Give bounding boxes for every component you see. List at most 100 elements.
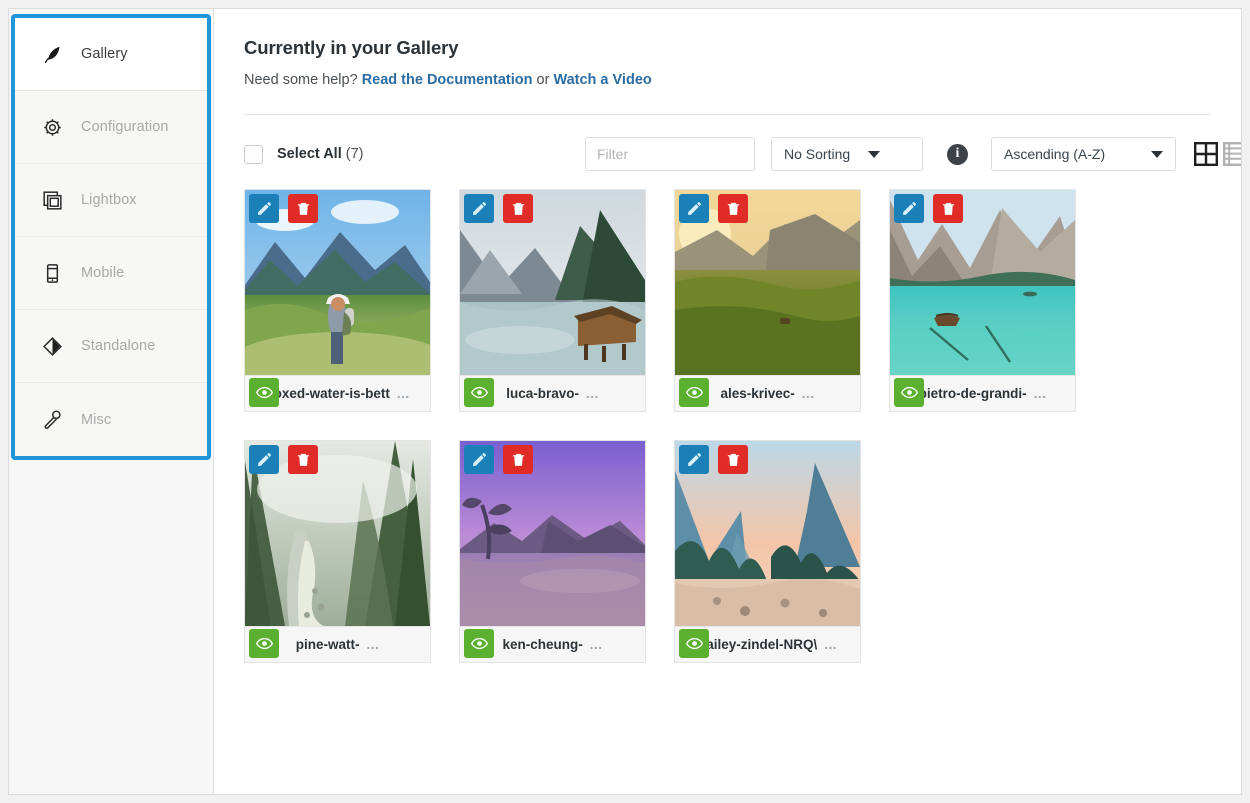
card-ellipsis[interactable]: ... xyxy=(586,386,599,401)
sidebar-item-gallery[interactable]: Gallery xyxy=(15,18,207,91)
wrench-icon xyxy=(41,409,63,431)
pencil-icon xyxy=(257,452,271,466)
eye-icon xyxy=(470,637,488,650)
delete-button[interactable] xyxy=(288,445,318,474)
trash-icon xyxy=(297,202,309,215)
sidebar-item-label: Misc xyxy=(81,411,112,428)
pencil-icon xyxy=(687,452,701,466)
help-prefix: Need some help? xyxy=(244,72,362,88)
chevron-down-icon xyxy=(868,150,881,158)
sidebar-item-mobile[interactable]: Mobile xyxy=(15,237,207,310)
edit-button[interactable] xyxy=(679,445,709,474)
preview-button[interactable] xyxy=(249,629,279,658)
trash-icon xyxy=(942,202,954,215)
page-title: Currently in your Gallery xyxy=(244,37,459,58)
sidebar-item-misc[interactable]: Misc xyxy=(15,383,207,456)
trash-icon xyxy=(512,453,524,466)
leaf-icon xyxy=(41,43,63,65)
sort-select-value: No Sorting xyxy=(784,146,851,162)
delete-button[interactable] xyxy=(288,194,318,223)
plugin-admin-window: Gallery Configuration Lightbox Mobile St… xyxy=(8,8,1242,795)
sidebar-item-label: Gallery xyxy=(81,46,128,62)
card-ellipsis[interactable]: ... xyxy=(397,386,410,401)
card-ellipsis[interactable]: ... xyxy=(1034,386,1047,401)
chevron-down-icon xyxy=(1151,150,1163,158)
sort-select[interactable]: No Sorting xyxy=(771,137,923,171)
gallery-card[interactable]: pietro-de-grandi- ... xyxy=(889,189,1076,412)
sidebar-item-lightbox[interactable]: Lightbox xyxy=(15,164,207,237)
read-documentation-link[interactable]: Read the Documentation xyxy=(362,72,533,88)
diamond-icon xyxy=(41,335,63,357)
sidebar-item-standalone[interactable]: Standalone xyxy=(15,310,207,383)
eye-icon xyxy=(470,386,488,399)
gallery-card[interactable]: luca-bravo- ... xyxy=(459,189,646,412)
list-view-icon[interactable] xyxy=(1223,142,1241,166)
gallery-card[interactable]: boxed-water-is-bett ... xyxy=(244,189,431,412)
sidebar-item-configuration[interactable]: Configuration xyxy=(15,91,207,164)
sidebar-item-label: Lightbox xyxy=(81,192,137,208)
select-all-label: Select All (7) xyxy=(277,146,364,162)
delete-button[interactable] xyxy=(503,445,533,474)
eye-icon xyxy=(685,386,703,399)
gallery-toolbar: Select All (7) No Sorting i Ascending (A… xyxy=(244,137,1241,171)
trash-icon xyxy=(512,202,524,215)
gear-icon xyxy=(41,116,63,138)
eye-icon xyxy=(685,637,703,650)
gallery-card[interactable]: ken-cheung- ... xyxy=(459,440,646,663)
trash-icon xyxy=(727,202,739,215)
delete-button[interactable] xyxy=(718,445,748,474)
preview-button[interactable] xyxy=(679,378,709,407)
header-divider xyxy=(244,114,1211,115)
select-all-checkbox[interactable] xyxy=(244,144,263,164)
card-title: ken-cheung- xyxy=(502,637,583,652)
preview-button[interactable] xyxy=(249,378,279,407)
pencil-icon xyxy=(902,201,916,215)
phone-icon xyxy=(41,262,63,284)
watch-video-link[interactable]: Watch a Video xyxy=(553,72,651,88)
eye-icon xyxy=(255,637,273,650)
trash-icon xyxy=(297,453,309,466)
edit-button[interactable] xyxy=(679,194,709,223)
info-icon[interactable]: i xyxy=(947,143,968,165)
gallery-card[interactable]: pine-watt- ... xyxy=(244,440,431,663)
trash-icon xyxy=(727,453,739,466)
grid-view-icon[interactable] xyxy=(1194,142,1218,166)
sidebar: Gallery Configuration Lightbox Mobile St… xyxy=(9,9,214,794)
preview-button[interactable] xyxy=(679,629,709,658)
eye-icon xyxy=(900,386,918,399)
card-ellipsis[interactable]: ... xyxy=(802,386,815,401)
pencil-icon xyxy=(472,452,486,466)
card-title: ales-krivec- xyxy=(720,386,795,401)
filter-input[interactable] xyxy=(585,137,755,171)
select-all-control[interactable]: Select All (7) xyxy=(244,144,364,164)
help-line: Need some help? Read the Documentation o… xyxy=(244,72,1211,88)
edit-button[interactable] xyxy=(249,194,279,223)
pencil-icon xyxy=(472,201,486,215)
eye-icon xyxy=(255,386,273,399)
card-ellipsis[interactable]: ... xyxy=(366,637,379,652)
edit-button[interactable] xyxy=(464,445,494,474)
pencil-icon xyxy=(257,201,271,215)
edit-button[interactable] xyxy=(894,194,924,223)
sidebar-nav-focus-ring: Gallery Configuration Lightbox Mobile St… xyxy=(11,14,211,460)
sidebar-item-label: Mobile xyxy=(81,265,125,281)
preview-button[interactable] xyxy=(464,378,494,407)
card-ellipsis[interactable]: ... xyxy=(824,637,837,652)
gallery-card[interactable]: ales-krivec- ... xyxy=(674,189,861,412)
gallery-card[interactable]: bailey-zindel-NRQ\ ... xyxy=(674,440,861,663)
edit-button[interactable] xyxy=(249,445,279,474)
preview-button[interactable] xyxy=(464,629,494,658)
preview-button[interactable] xyxy=(894,378,924,407)
sort-direction-select[interactable]: Ascending (A-Z) xyxy=(991,137,1176,171)
layers-icon xyxy=(41,189,63,211)
toolbar-right-group: No Sorting i Ascending (A-Z) xyxy=(585,137,1241,171)
delete-button[interactable] xyxy=(503,194,533,223)
edit-button[interactable] xyxy=(464,194,494,223)
card-title: luca-bravo- xyxy=(506,386,579,401)
delete-button[interactable] xyxy=(933,194,963,223)
sidebar-nav: Gallery Configuration Lightbox Mobile St… xyxy=(15,18,207,456)
sidebar-item-label: Standalone xyxy=(81,338,156,354)
card-ellipsis[interactable]: ... xyxy=(590,637,603,652)
delete-button[interactable] xyxy=(718,194,748,223)
card-title: pietro-de-grandi- xyxy=(918,386,1027,401)
